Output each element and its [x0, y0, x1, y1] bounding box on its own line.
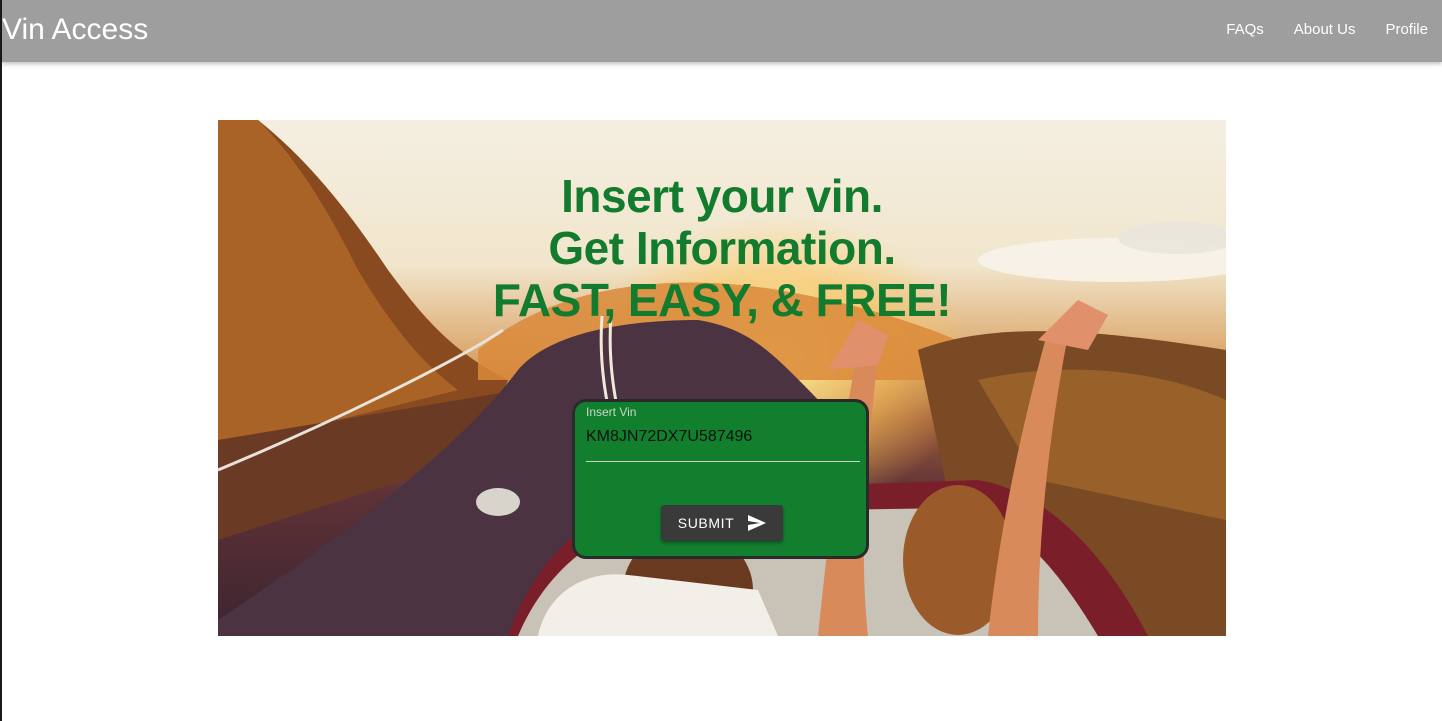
headline-line-3: FAST, EASY, & FREE! [492, 274, 952, 326]
vin-input-underline [586, 461, 860, 462]
submit-button-label: SUBMIT [677, 515, 735, 531]
nav-about-us[interactable]: About Us [1294, 18, 1356, 42]
vin-input[interactable] [586, 428, 860, 446]
hero-image: Insert your vin. Get Information. FAST, … [218, 120, 1226, 636]
nav-faqs[interactable]: FAQs [1226, 18, 1264, 42]
window-edge [0, 0, 2, 721]
app-bar: Vin Access FAQs About Us Profile [2, 0, 1442, 62]
app-title[interactable]: Vin Access [2, 12, 148, 48]
hero-headline: Insert your vin. Get Information. FAST, … [218, 170, 1226, 326]
nav-profile[interactable]: Profile [1385, 18, 1428, 42]
vin-form-card: Insert Vin SUBMIT [572, 399, 869, 559]
headline-line-1: Insert your vin. [561, 170, 883, 222]
headline-line-2: Get Information. [548, 222, 896, 274]
send-icon [748, 515, 767, 531]
submit-button[interactable]: SUBMIT [661, 505, 783, 541]
nav-menu: FAQs About Us Profile [1226, 18, 1442, 42]
vin-field-label: Insert Vin [586, 405, 637, 419]
